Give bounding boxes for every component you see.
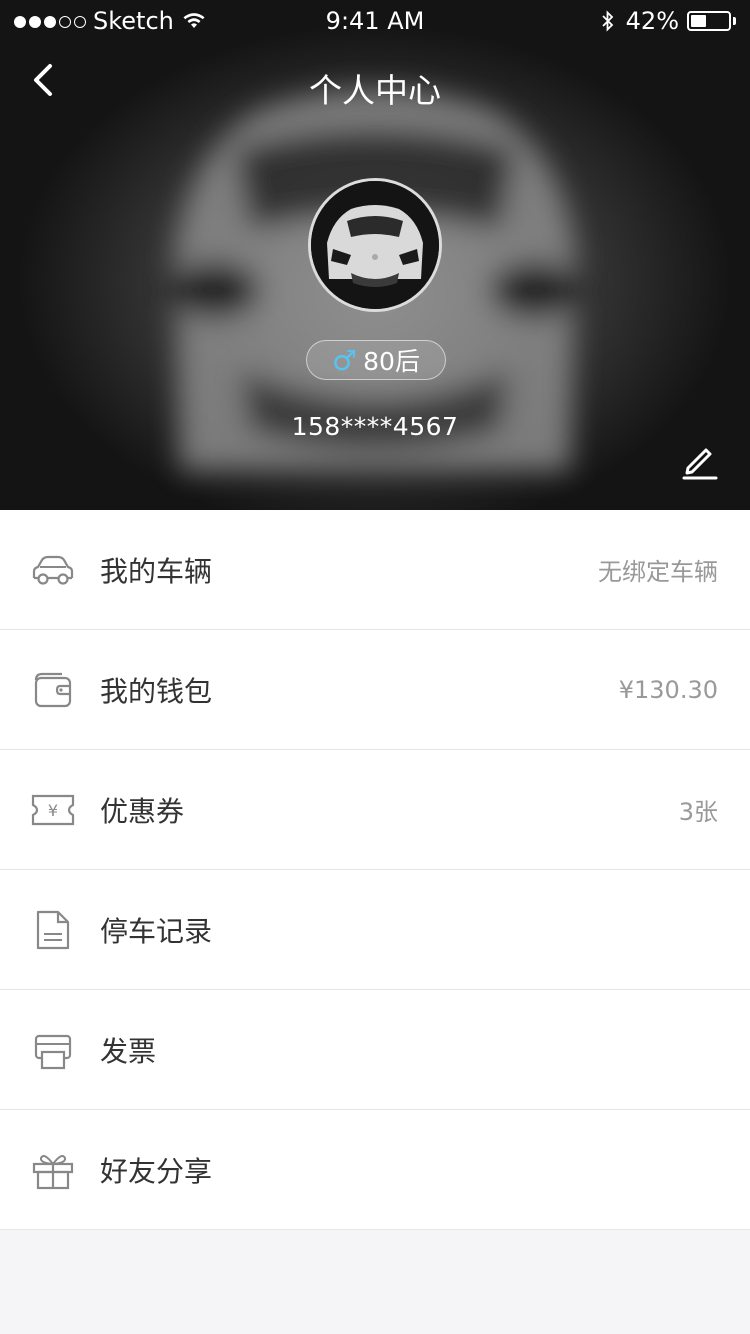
car-icon	[32, 555, 74, 585]
menu-item-label: 发票	[100, 1034, 157, 1068]
menu-item-invoice[interactable]: 发票	[0, 990, 750, 1110]
menu-item-label: 优惠券	[100, 794, 185, 828]
printer-icon	[34, 1034, 72, 1070]
menu-item-parking-records[interactable]: 停车记录	[0, 870, 750, 990]
menu-item-value: 3张	[678, 798, 718, 826]
document-icon	[36, 910, 70, 950]
menu-item-label: 好友分享	[100, 1154, 213, 1188]
bluetooth-icon	[602, 10, 613, 32]
age-tag-label: 80后	[363, 347, 420, 376]
edit-profile-button[interactable]	[678, 440, 720, 482]
battery-percent: 42%	[625, 7, 679, 35]
coupon-icon: ¥	[31, 794, 75, 826]
svg-text:¥: ¥	[48, 801, 58, 820]
battery-icon	[687, 11, 731, 31]
age-tag: ♂ 80后	[306, 340, 446, 380]
menu-item-coupons[interactable]: ¥ 优惠券 3张	[0, 750, 750, 870]
gift-icon	[32, 1155, 74, 1190]
menu-item-label: 停车记录	[100, 914, 213, 948]
page-title: 个人中心	[309, 71, 441, 110]
car-avatar-image	[311, 181, 439, 309]
male-icon: ♂	[332, 343, 358, 377]
profile-header-background: Sketch 9:41 AM 42% 个人中心 ♂ 80后 158****456…	[0, 0, 750, 510]
phone-number: 158****4567	[291, 412, 459, 441]
menu-item-value: 无绑定车辆	[598, 558, 718, 586]
menu-item-label: 我的钱包	[100, 674, 213, 708]
menu-item-vehicles[interactable]: 我的车辆 无绑定车辆	[0, 510, 750, 630]
wallet-icon	[34, 672, 72, 708]
menu-list: 我的车辆 无绑定车辆 我的钱包 ¥130.30 ¥ 优惠券 3张 停车记录 发票…	[0, 510, 750, 1230]
menu-item-value: ¥130.30	[618, 675, 718, 704]
status-bar: Sketch 9:41 AM 42%	[0, 0, 750, 40]
menu-item-label: 我的车辆	[100, 554, 213, 588]
menu-item-share[interactable]: 好友分享	[0, 1110, 750, 1230]
pencil-icon	[682, 448, 718, 480]
menu-item-wallet[interactable]: 我的钱包 ¥130.30	[0, 630, 750, 750]
avatar[interactable]	[308, 178, 442, 312]
